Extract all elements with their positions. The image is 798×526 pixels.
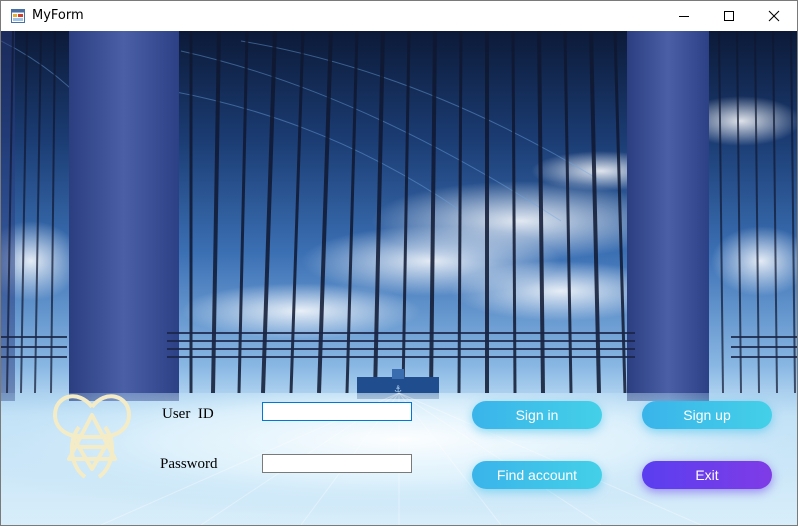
user-id-label: User ID xyxy=(162,406,214,422)
close-button[interactable] xyxy=(751,1,797,31)
minimize-button[interactable] xyxy=(661,1,707,31)
sign-up-button[interactable]: Sign up xyxy=(642,401,772,429)
window-title: MyForm xyxy=(32,8,84,23)
maximize-icon xyxy=(724,11,734,21)
user-id-input[interactable] xyxy=(262,402,412,421)
title-bar[interactable]: MyForm xyxy=(1,1,797,31)
triangle-emblem-logo xyxy=(53,394,131,479)
form-client-area: ⚓ User ID Password Sign in Sign up Find … xyxy=(1,31,797,525)
sign-in-button[interactable]: Sign in xyxy=(472,401,602,429)
find-account-button[interactable]: Find account xyxy=(472,461,602,489)
maximize-button[interactable] xyxy=(706,1,752,31)
form-icon xyxy=(11,9,25,23)
myform-window: MyForm ⚓ User ID Password Sign in Sign u… xyxy=(0,0,798,526)
minimize-icon xyxy=(679,16,689,17)
password-input[interactable] xyxy=(262,454,412,473)
password-label: Password xyxy=(160,456,218,472)
close-icon xyxy=(768,10,780,22)
exit-button[interactable]: Exit xyxy=(642,461,772,489)
